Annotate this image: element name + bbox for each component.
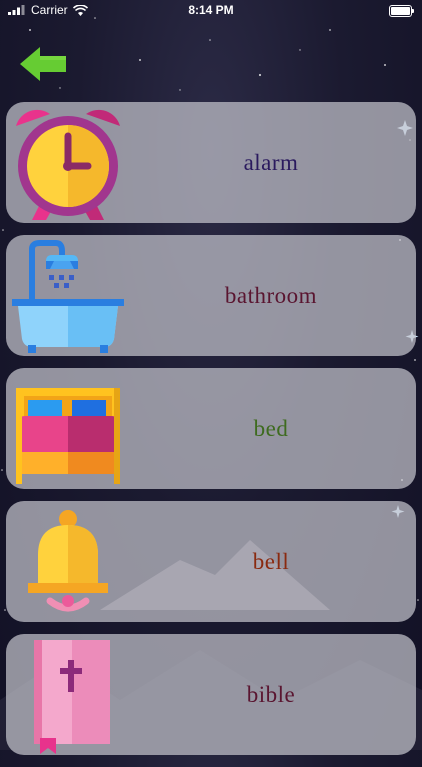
- bell-icon: [28, 510, 108, 612]
- word-label: alarm: [243, 149, 299, 175]
- word-card-alarm[interactable]: alarm: [6, 102, 416, 223]
- status-bar: Carrier 8:14 PM: [0, 0, 422, 22]
- bathtub-shower-icon: [12, 240, 124, 353]
- word-label: bell: [252, 548, 290, 574]
- bed-icon: [16, 388, 120, 484]
- word-card-bell[interactable]: bell: [6, 501, 416, 622]
- word-label: bathroom: [224, 282, 318, 308]
- arrow-left-icon: [20, 47, 66, 81]
- alarm-clock-icon: [16, 109, 120, 220]
- bible-book-icon: [34, 640, 110, 754]
- back-button[interactable]: [18, 44, 70, 84]
- status-time: 8:14 PM: [188, 3, 234, 17]
- battery-icon: [389, 5, 414, 17]
- word-label: bible: [246, 681, 296, 707]
- word-label: bed: [253, 415, 289, 441]
- word-list: alarm bathroom bed bell bible: [6, 102, 416, 767]
- word-card-bathroom[interactable]: bathroom: [6, 235, 416, 356]
- word-card-bed[interactable]: bed: [6, 368, 416, 489]
- status-right: [389, 5, 414, 17]
- word-card-bible[interactable]: bible: [6, 634, 416, 755]
